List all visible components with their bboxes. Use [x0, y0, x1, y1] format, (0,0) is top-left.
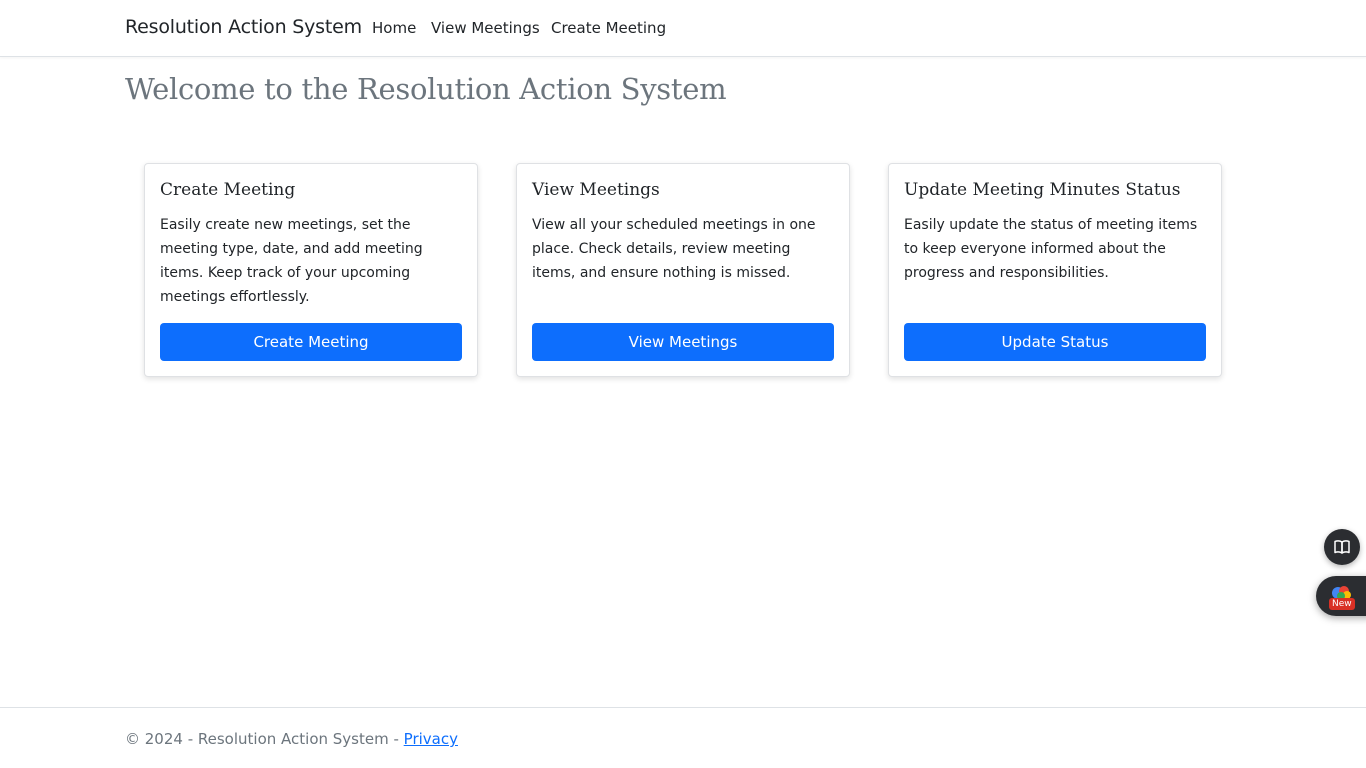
- card-title: Create Meeting: [160, 180, 296, 200]
- book-icon: [1334, 540, 1350, 554]
- page-title: Welcome to the Resolution Action System: [125, 72, 727, 106]
- footer-text: © 2024 - Resolution Action System - Priv…: [125, 730, 458, 748]
- card-text: Easily create new meetings, set the meet…: [160, 217, 423, 305]
- top-navbar: Resolution Action System Home View Meeti…: [0, 0, 1366, 57]
- brand-link[interactable]: Resolution Action System: [125, 16, 362, 38]
- card-text: View all your scheduled meetings in one …: [532, 217, 816, 281]
- assistant-button[interactable]: New: [1316, 576, 1366, 616]
- nav-link-home[interactable]: Home: [372, 19, 416, 37]
- create-meeting-button[interactable]: Create Meeting: [160, 323, 462, 361]
- nav-link-create-meeting[interactable]: Create Meeting: [551, 19, 666, 37]
- card-title: Update Meeting Minutes Status: [904, 180, 1181, 200]
- reader-mode-button[interactable]: [1324, 529, 1360, 565]
- nav-link-view-meetings[interactable]: View Meetings: [431, 19, 540, 37]
- footer: © 2024 - Resolution Action System - Priv…: [0, 707, 1366, 768]
- new-badge: New: [1329, 598, 1355, 610]
- copyright-text: © 2024 - Resolution Action System -: [125, 730, 404, 748]
- privacy-link[interactable]: Privacy: [404, 730, 458, 748]
- card-create-meeting: Create Meeting Easily create new meeting…: [144, 163, 478, 377]
- view-meetings-button[interactable]: View Meetings: [532, 323, 834, 361]
- update-status-button[interactable]: Update Status: [904, 323, 1206, 361]
- card-update-status: Update Meeting Minutes Status Easily upd…: [888, 163, 1222, 377]
- card-view-meetings: View Meetings View all your scheduled me…: [516, 163, 850, 377]
- card-title: View Meetings: [532, 180, 660, 200]
- card-text: Easily update the status of meeting item…: [904, 217, 1198, 281]
